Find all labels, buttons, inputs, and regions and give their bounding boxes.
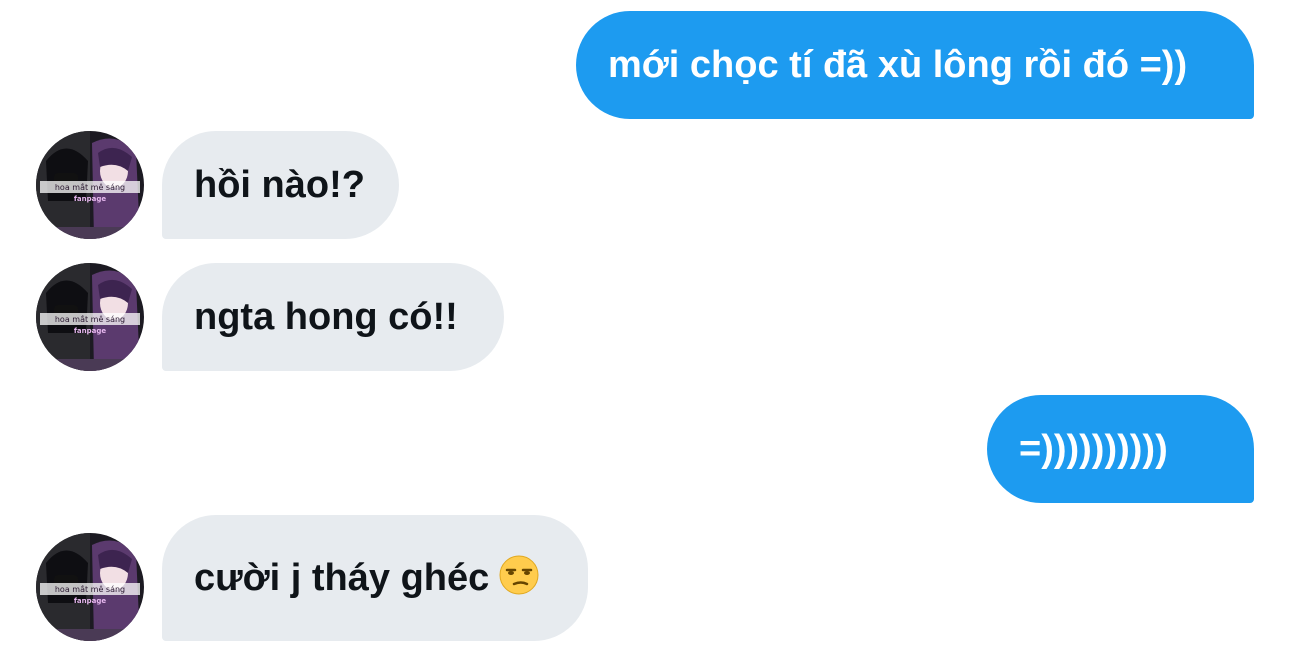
message-bubble-sent[interactable]: mới chọc tí đã xù lông rồi đó =)): [576, 11, 1254, 119]
message-bubble-received[interactable]: ngta hong có!!: [162, 263, 504, 371]
profile-avatar-icon: hoa mắt mê sáng fanpage: [36, 533, 144, 641]
message-text: cười j tháy ghéc: [194, 557, 490, 599]
avatar-caption-sub: fanpage: [74, 327, 106, 335]
message-bubble-received[interactable]: cười j tháy ghéc: [162, 515, 588, 641]
message-text: ngta hong có!!: [194, 296, 458, 338]
profile-avatar-icon: hoa mắt mê sáng fanpage: [36, 131, 144, 239]
message-bubble-received[interactable]: hồi nào!?: [162, 131, 399, 239]
avatar[interactable]: hoa mắt mê sáng fanpage: [36, 533, 144, 641]
message-bubble-sent[interactable]: =)))))))))): [987, 395, 1254, 503]
avatar[interactable]: hoa mắt mê sáng fanpage: [36, 131, 144, 239]
message-text: hồi nào!?: [194, 164, 365, 206]
message-text: =)))))))))): [1019, 428, 1168, 470]
avatar-caption: hoa mắt mê sáng: [55, 314, 125, 324]
avatar[interactable]: hoa mắt mê sáng fanpage: [36, 263, 144, 371]
avatar-caption: hoa mắt mê sáng: [55, 182, 125, 192]
profile-avatar-icon: hoa mắt mê sáng fanpage: [36, 263, 144, 371]
avatar-caption-sub: fanpage: [74, 597, 106, 605]
unamused-face-icon: [499, 555, 539, 602]
message-text: mới chọc tí đã xù lông rồi đó =)): [608, 44, 1188, 86]
avatar-caption: hoa mắt mê sáng: [55, 584, 125, 594]
avatar-caption-sub: fanpage: [74, 195, 106, 203]
